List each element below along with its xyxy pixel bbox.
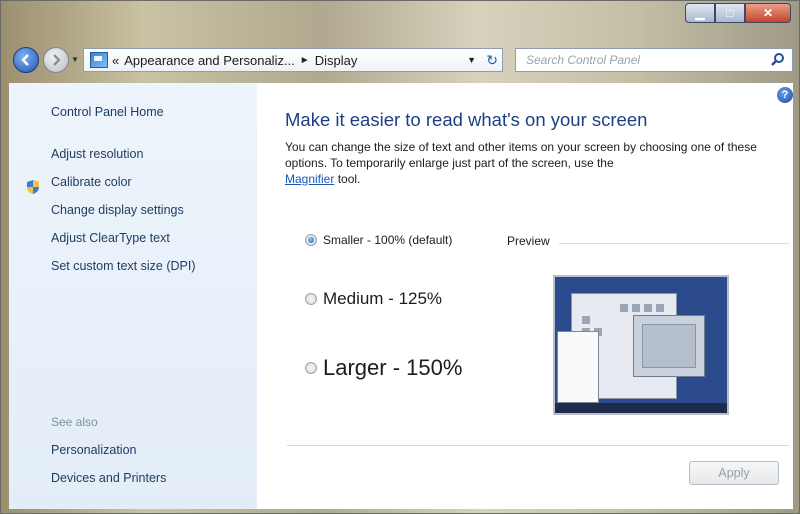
preview-image	[553, 275, 729, 415]
preview-divider	[559, 243, 789, 244]
devices-and-printers-link[interactable]: Devices and Printers	[51, 471, 166, 485]
address-dropdown-icon[interactable]: ▼	[467, 55, 476, 65]
back-arrow-icon	[21, 54, 29, 66]
address-bar[interactable]: « Appearance and Personaliz... ► Display…	[83, 48, 503, 72]
preview-window-content	[642, 324, 696, 368]
navigation-bar: ▼ « Appearance and Personaliz... ► Displ…	[9, 45, 793, 77]
option-larger[interactable]: Larger - 150%	[305, 355, 462, 381]
radio-smaller[interactable]	[305, 234, 317, 246]
radio-medium[interactable]	[305, 293, 317, 305]
main-panel: ? Make it easier to read what's on your …	[257, 83, 793, 509]
calibrate-color-link[interactable]: Calibrate color	[51, 175, 132, 189]
preview-taskbar	[555, 403, 727, 413]
preview-label: Preview	[507, 234, 550, 248]
refresh-icon[interactable]: ↻	[486, 52, 498, 69]
caption-buttons: ▁ □ ✕	[685, 3, 791, 23]
preview-tile	[656, 304, 664, 312]
preview-tile	[620, 304, 628, 312]
personalization-link[interactable]: Personalization	[51, 443, 136, 457]
forward-button[interactable]	[43, 47, 69, 73]
search-placeholder: Search Control Panel	[526, 53, 641, 67]
see-also-heading: See also	[51, 415, 98, 429]
forward-arrow-icon	[53, 54, 61, 66]
option-medium[interactable]: Medium - 125%	[305, 289, 442, 309]
description-text: You can change the size of text and othe…	[285, 140, 757, 170]
preview-tile	[632, 304, 640, 312]
breadcrumb-overflow[interactable]: «	[112, 53, 119, 68]
minimize-icon: ▁	[695, 6, 705, 20]
change-display-settings-link[interactable]: Change display settings	[51, 203, 184, 217]
control-panel-home-link[interactable]: Control Panel Home	[51, 105, 164, 119]
search-box[interactable]: Search Control Panel	[515, 48, 793, 72]
preview-start-menu	[557, 331, 599, 403]
radio-larger[interactable]	[305, 362, 317, 374]
display-window: ▁ □ ✕ ▼ « Appearance and Personaliz... ►…	[0, 0, 800, 514]
page-description: You can change the size of text and othe…	[285, 139, 789, 187]
bottom-divider	[287, 445, 789, 446]
custom-text-size-link[interactable]: Set custom text size (DPI)	[51, 259, 195, 273]
maximize-button[interactable]: □	[715, 3, 745, 23]
page-title: Make it easier to read what's on your sc…	[285, 109, 648, 130]
option-larger-label[interactable]: Larger - 150%	[323, 355, 462, 381]
search-icon[interactable]	[770, 52, 786, 68]
recent-pages-dropdown[interactable]: ▼	[71, 55, 79, 64]
preview-tile	[582, 316, 590, 324]
content-area: Control Panel Home Adjust resolution Cal…	[9, 83, 793, 509]
option-medium-label[interactable]: Medium - 125%	[323, 289, 442, 309]
adjust-resolution-link[interactable]: Adjust resolution	[51, 147, 143, 161]
maximize-icon: □	[726, 6, 734, 20]
back-button[interactable]	[13, 47, 39, 73]
close-icon: ✕	[762, 6, 774, 20]
title-bar: ▁ □ ✕	[1, 1, 799, 41]
breadcrumb-display[interactable]: Display	[315, 53, 358, 68]
preview-tile	[644, 304, 652, 312]
breadcrumb-appearance[interactable]: Appearance and Personaliz...	[124, 53, 295, 68]
description-tail: tool.	[337, 172, 361, 186]
apply-button[interactable]: Apply	[689, 461, 779, 485]
shield-icon	[27, 180, 39, 194]
help-icon[interactable]: ?	[777, 87, 793, 103]
breadcrumb-separator-icon[interactable]: ►	[300, 55, 310, 66]
control-panel-icon	[90, 52, 108, 68]
option-smaller[interactable]: Smaller - 100% (default)	[305, 233, 452, 247]
adjust-cleartype-link[interactable]: Adjust ClearType text	[51, 231, 170, 245]
option-smaller-label[interactable]: Smaller - 100% (default)	[323, 233, 452, 247]
minimize-button[interactable]: ▁	[685, 3, 715, 23]
preview-window-front	[633, 315, 705, 377]
magnifier-link[interactable]: Magnifier	[285, 172, 334, 186]
sidebar: Control Panel Home Adjust resolution Cal…	[9, 83, 257, 509]
close-button[interactable]: ✕	[745, 3, 791, 23]
